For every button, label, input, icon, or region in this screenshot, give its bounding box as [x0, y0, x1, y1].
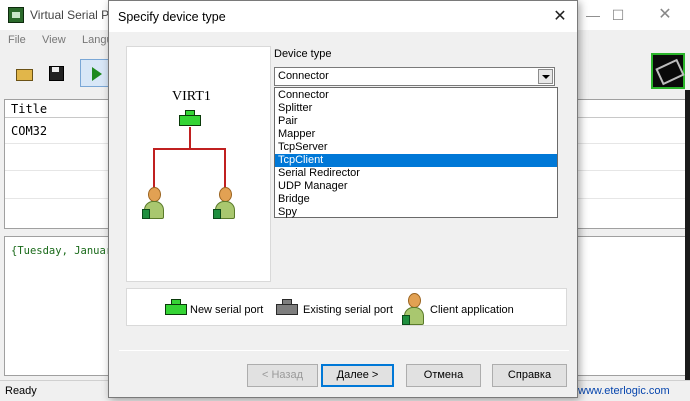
website-link[interactable]: www.eterlogic.com	[578, 385, 670, 397]
dropdown-option-mapper[interactable]: Mapper	[275, 128, 557, 141]
serial-port-new-icon	[179, 110, 201, 126]
save-disk-icon[interactable]	[42, 59, 70, 87]
menu-language[interactable]: Language	[82, 34, 108, 46]
menu-view[interactable]: View	[42, 34, 66, 46]
app-icon	[8, 7, 24, 23]
help-button[interactable]: Справка	[492, 364, 567, 387]
device-type-label: Device type	[274, 48, 332, 60]
network-device-icon[interactable]	[651, 53, 685, 89]
dropdown-option-bridge[interactable]: Bridge	[275, 193, 557, 206]
next-button[interactable]: Далее >	[321, 364, 394, 387]
serial-port-existing-icon	[276, 299, 298, 315]
device-preview: VIRT1	[126, 46, 271, 282]
window-edge	[685, 90, 690, 380]
main-close-button[interactable]: ✕	[650, 4, 680, 26]
dropdown-option-serial-redirector[interactable]: Serial Redirector	[275, 167, 557, 180]
client-person-icon	[213, 187, 237, 221]
legend-client-application: Client application	[430, 304, 514, 316]
dropdown-option-udp-manager[interactable]: UDP Manager	[275, 180, 557, 193]
legend: New serial port Existing serial port Cli…	[126, 288, 567, 326]
client-person-icon	[142, 187, 166, 221]
client-person-icon	[402, 293, 426, 327]
dropdown-option-tcpserver[interactable]: TcpServer	[275, 141, 557, 154]
tree-connector	[189, 127, 191, 149]
dropdown-option-connector[interactable]: Connector	[275, 89, 557, 102]
dialog-title: Specify device type	[118, 10, 226, 24]
device-type-dropdown[interactable]: Connector Splitter Pair Mapper TcpServer…	[274, 87, 558, 218]
dropdown-option-pair[interactable]: Pair	[275, 115, 557, 128]
close-icon[interactable]: ✕	[547, 6, 573, 28]
tree-connector	[224, 148, 226, 190]
back-button[interactable]: < Назад	[247, 364, 318, 387]
port-name-label: VIRT1	[172, 89, 211, 104]
legend-new-serial-port: New serial port	[190, 304, 264, 316]
menu-file[interactable]: File	[8, 34, 26, 46]
chevron-down-icon[interactable]	[538, 69, 553, 84]
column-title[interactable]: Title	[11, 102, 47, 116]
tree-connector	[153, 148, 226, 150]
legend-existing-serial-port: Existing serial port	[303, 304, 393, 316]
dialog-titlebar: Specify device type ✕	[109, 1, 577, 32]
log-line: {Tuesday, January	[11, 245, 119, 257]
list-item[interactable]: COM32	[11, 124, 47, 138]
main-window-title: Virtual Serial Ports	[30, 8, 108, 22]
maximize-button[interactable]: ☐	[603, 4, 633, 26]
dropdown-option-spy[interactable]: Spy	[275, 206, 557, 219]
dropdown-option-tcpclient[interactable]: TcpClient	[275, 154, 557, 167]
dialog-separator	[119, 350, 569, 351]
tree-connector	[153, 148, 155, 190]
device-type-value: Connector	[278, 70, 329, 82]
specify-device-type-dialog: Specify device type ✕ VIRT1 Device type …	[108, 0, 578, 398]
serial-port-new-icon	[165, 299, 187, 315]
dropdown-option-splitter[interactable]: Splitter	[275, 102, 557, 115]
status-text: Ready	[5, 385, 37, 397]
open-folder-icon[interactable]	[10, 59, 38, 87]
cancel-button[interactable]: Отмена	[406, 364, 481, 387]
device-type-select[interactable]: Connector	[274, 67, 555, 86]
